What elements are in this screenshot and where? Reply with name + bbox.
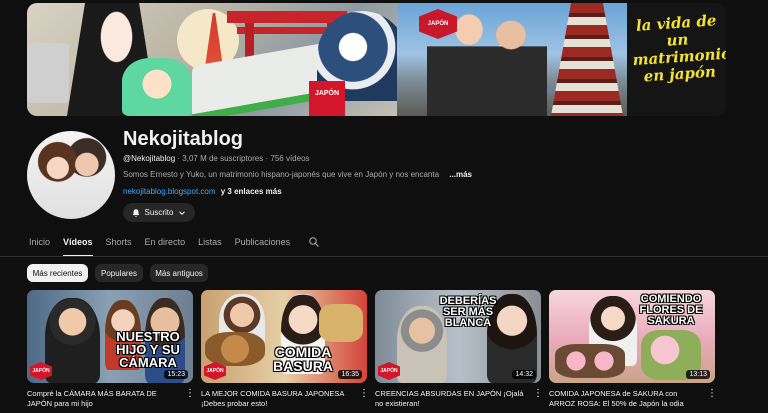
- thumb-overlay-text: DEBERÍAS SER MÁS BLANCA: [439, 295, 497, 329]
- chip-populares[interactable]: Populares: [95, 264, 143, 282]
- more-vert-icon[interactable]: ⋮: [359, 389, 369, 401]
- more-vert-icon[interactable]: ⋮: [185, 389, 195, 401]
- search-icon[interactable]: [308, 236, 320, 248]
- channel-handle: @Nekojitablog: [123, 154, 176, 163]
- thumb-overlay-text: COMIDA BASURA: [273, 344, 333, 374]
- banner-anime-character: [122, 58, 192, 116]
- video-card[interactable]: COMIENDO FLORES DE SAKURA 13:13 COMIDA J…: [549, 290, 717, 408]
- video-duration: 13:13: [686, 370, 710, 379]
- chip-mas-recientes[interactable]: Más recientes: [27, 264, 88, 282]
- subscriber-count: 3,07 M de suscriptores: [182, 154, 264, 163]
- video-count: 756 vídeos: [270, 154, 310, 163]
- tabs-divider: [0, 256, 768, 257]
- thumb-person: [45, 298, 100, 383]
- description-text: Somos Ernesto y Yuko, un matrimonio hisp…: [123, 170, 440, 179]
- tab-publicaciones[interactable]: Publicaciones: [235, 237, 291, 253]
- video-thumbnail[interactable]: DEBERÍAS SER MÁS BLANCA JAPÓN 14:32: [375, 290, 541, 383]
- tab-videos[interactable]: Vídeos: [63, 237, 93, 257]
- tab-shorts[interactable]: Shorts: [106, 237, 132, 253]
- more-vert-icon[interactable]: ⋮: [533, 389, 543, 401]
- video-duration: 16:35: [338, 370, 362, 379]
- channel-tabs: Inicio Vídeos Shorts En directo Listas P…: [29, 237, 303, 257]
- meta-separator: ·: [265, 154, 269, 163]
- video-card[interactable]: COMIDA BASURA JAPÓN 16:35 LA MEJOR COMID…: [201, 290, 369, 408]
- tab-inicio[interactable]: Inicio: [29, 237, 50, 253]
- more-links-button[interactable]: y 3 enlaces más: [221, 187, 282, 196]
- channel-name: Nekojitablog: [123, 128, 244, 150]
- meta-separator: ·: [177, 154, 181, 163]
- banner-torii-gate: [227, 11, 347, 23]
- blog-link[interactable]: nekojitablog.blogspot.com: [123, 187, 216, 196]
- channel-banner: JAPÓN JAPÓN la vida de un matrimonio en …: [27, 3, 726, 116]
- channel-meta: @Nekojitablog · 3,07 M de suscriptores ·…: [123, 154, 310, 163]
- more-vert-icon[interactable]: ⋮: [707, 389, 717, 401]
- video-title[interactable]: Compré la CÁMARA MÁS BARATA DE JAPÓN par…: [27, 389, 177, 409]
- thumb-overlay-text: NUESTRO HIJO Y SU CÁMARA: [116, 329, 180, 370]
- channel-avatar[interactable]: [27, 131, 115, 219]
- banner-script-title: la vida de un matrimonio en japón: [632, 11, 726, 86]
- subscribed-button[interactable]: Suscrito: [123, 203, 195, 222]
- thumb-food: [319, 304, 363, 342]
- video-card[interactable]: DEBERÍAS SER MÁS BLANCA JAPÓN 14:32 CREE…: [375, 290, 543, 408]
- video-duration: 15:23: [164, 370, 188, 379]
- video-title[interactable]: CREENCIAS ABSURDAS EN JAPÓN ¡Ojalá no ex…: [375, 389, 525, 409]
- video-thumbnail[interactable]: COMIENDO FLORES DE SAKURA 13:13: [549, 290, 715, 383]
- video-duration: 14:32: [512, 370, 536, 379]
- video-thumbnail[interactable]: COMIDA BASURA JAPÓN 16:35: [201, 290, 367, 383]
- video-title[interactable]: COMIDA JAPONESA de SAKURA con ARROZ ROSA…: [549, 389, 699, 409]
- subscribed-label: Suscrito: [144, 208, 174, 217]
- tab-listas[interactable]: Listas: [198, 237, 222, 253]
- banner-japon-logo: JAPÓN: [309, 81, 345, 116]
- video-card[interactable]: NUESTRO HIJO Y SU CÁMARA JAPÓN 15:23 Com…: [27, 290, 195, 408]
- bell-icon: [132, 208, 139, 217]
- thumb-food: [555, 344, 625, 378]
- video-thumbnail[interactable]: NUESTRO HIJO Y SU CÁMARA JAPÓN 15:23: [27, 290, 193, 383]
- more-link[interactable]: ...más: [449, 170, 472, 179]
- video-title[interactable]: LA MEJOR COMIDA BASURA JAPONESA ¡Debes p…: [201, 389, 351, 409]
- chevron-down-icon: [179, 210, 186, 215]
- banner-game-controller: [27, 43, 69, 103]
- chip-mas-antiguos[interactable]: Más antiguos: [150, 264, 208, 282]
- thumb-overlay-text: COMIENDO FLORES DE SAKURA: [639, 293, 703, 327]
- tab-en-directo[interactable]: En directo: [145, 237, 186, 253]
- channel-links: nekojitablog.blogspot.com y 3 enlaces má…: [123, 187, 282, 196]
- channel-description[interactable]: Somos Ernesto y Yuko, un matrimonio hisp…: [123, 170, 472, 179]
